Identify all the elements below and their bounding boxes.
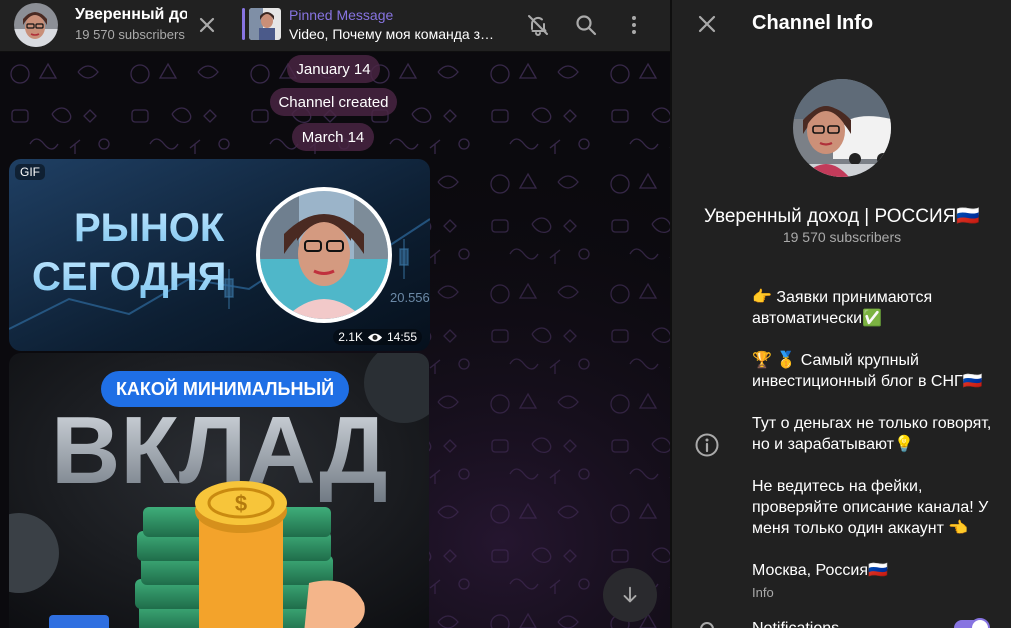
pinned-message-label[interactable]: Pinned Message (289, 7, 393, 23)
message-time: 14:55 (386, 330, 417, 344)
info-label: Info (752, 585, 774, 600)
pinned-message-thumbnail[interactable] (249, 8, 281, 40)
mute-notifications-icon[interactable] (523, 10, 553, 40)
close-icon (698, 15, 716, 33)
gif-message[interactable]: 20.556 РЫНОК СЕГОДНЯ GIF 2.1K 14:55 (9, 159, 430, 351)
description-line: Тут о деньгах не только говорят, но и за… (752, 415, 992, 453)
svg-text:$: $ (235, 491, 247, 516)
service-message: Channel created (270, 88, 397, 116)
date-divider[interactable]: January 14 (287, 55, 380, 83)
close-panel-button[interactable] (692, 9, 722, 39)
channel-title[interactable]: Уверенный доход | РОССИЯ (75, 6, 187, 24)
description-line: Москва, Россия🇷🇺 (752, 562, 888, 579)
channel-info-panel: Channel Info Уверенный доход | РОССИЯ🇷🇺 … (671, 0, 1011, 628)
scroll-to-bottom-button[interactable] (603, 568, 657, 622)
pinned-message-text[interactable]: Video, Почему моя команда заработала... (289, 26, 499, 42)
search-icon[interactable] (571, 10, 601, 40)
eye-icon (367, 333, 383, 341)
close-icon[interactable] (192, 10, 222, 40)
description-line: 👉 Заявки принимаются автоматически✅ (752, 289, 933, 327)
panel-title: Channel Info (752, 12, 874, 34)
description-line: Не ведитесь на фейки, проверяйте описани… (752, 478, 989, 537)
banner-text: КАКОЙ МИНИМАЛЬНЫЙ (116, 378, 334, 399)
view-count: 2.1K (338, 330, 363, 344)
gif-badge: GIF (15, 164, 45, 180)
subscriber-count: 19 570 subscribers (782, 229, 902, 245)
description-line: 🏆 🥇 Самый крупный инвестиционный блог в … (752, 352, 983, 390)
chat-header[interactable]: Уверенный доход | РОССИЯ 19 570 subscrib… (0, 0, 670, 52)
notifications-toggle[interactable] (954, 618, 990, 628)
deposit-image-preview: ВКЛАД КАКОЙ МИНИМАЛЬНЫЙ $ (9, 353, 429, 628)
channel-subscriber-count: 19 570 subscribers (75, 27, 185, 42)
headline-line-1: РЫНОК (74, 206, 225, 250)
notifications-label[interactable]: Notifications (752, 620, 839, 628)
date-divider[interactable]: March 14 (292, 123, 374, 151)
image-message[interactable]: ВКЛАД КАКОЙ МИНИМАЛЬНЫЙ $ (9, 353, 429, 628)
channel-avatar[interactable] (14, 3, 58, 47)
info-icon (694, 432, 720, 458)
channel-description[interactable]: 👉 Заявки принимаются автоматически✅ 🏆 🥇 … (752, 287, 1002, 581)
chart-value-label: 20.556 (390, 290, 430, 305)
channel-name: Уверенный доход | РОССИЯ🇷🇺 (703, 206, 981, 227)
arrow-down-icon (623, 586, 637, 603)
message-meta: 2.1K 14:55 (333, 329, 422, 345)
market-gif-preview: 20.556 РЫНОК СЕГОДНЯ (9, 159, 430, 351)
headline-line-2: СЕГОДНЯ (32, 255, 226, 299)
bell-icon (694, 618, 720, 628)
pinned-indicator-bar (242, 8, 245, 40)
chat-area: Уверенный доход | РОССИЯ 19 570 subscrib… (0, 0, 670, 628)
more-options-icon[interactable] (619, 10, 649, 40)
channel-avatar-large[interactable] (793, 79, 891, 177)
